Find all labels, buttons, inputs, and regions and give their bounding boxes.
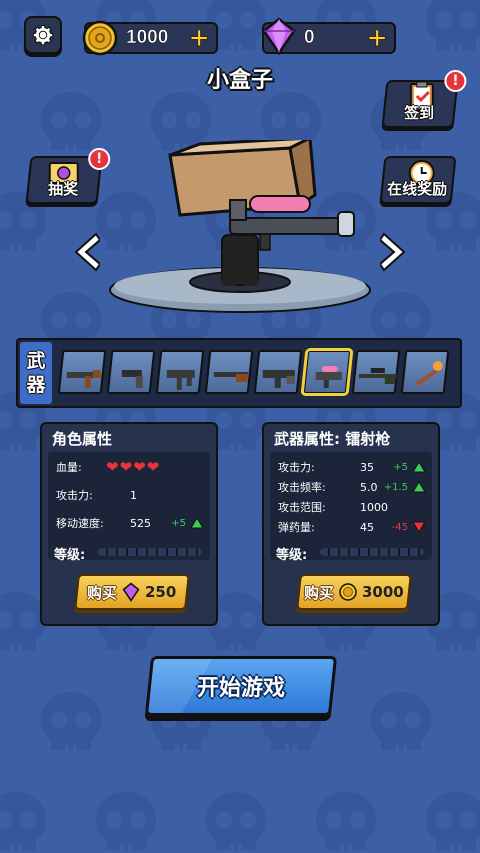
ammo-row: 弹药量: 45 -45 bbox=[278, 516, 428, 538]
skull-pattern-icon bbox=[200, 790, 272, 853]
buy-label: 购买 bbox=[87, 583, 118, 602]
skull-pattern-icon bbox=[365, 690, 437, 754]
settings-button[interactable] bbox=[24, 16, 62, 54]
coin-amount: 1000 bbox=[126, 27, 169, 49]
coin-icon bbox=[82, 20, 118, 56]
up-triangle-icon bbox=[412, 481, 426, 493]
notification-badge: ! bbox=[444, 70, 467, 92]
previous-character-arrow-icon[interactable] bbox=[70, 230, 100, 274]
ak-rifle-icon bbox=[66, 370, 101, 388]
range-label: 攻击范围: bbox=[278, 501, 326, 514]
price-value: 250 bbox=[145, 583, 177, 601]
weapon-selector: 武 器 bbox=[16, 338, 462, 408]
skull-pattern-icon bbox=[420, 790, 480, 853]
buy-character-button[interactable]: 购买 250 bbox=[74, 574, 190, 610]
skull-pattern-icon bbox=[35, 690, 107, 754]
attack-row: 攻击力: 1 bbox=[56, 484, 206, 506]
attack-value: 1 bbox=[130, 488, 137, 502]
weapon-slot[interactable] bbox=[155, 350, 205, 394]
attack-label: 攻击力: bbox=[56, 489, 93, 502]
level-label: 等级: bbox=[54, 548, 86, 563]
skull-pattern-icon bbox=[0, 790, 52, 853]
skull-pattern-icon bbox=[475, 690, 480, 754]
speed-label: 移动速度: bbox=[56, 517, 104, 530]
weapon-tab-label: 武 器 bbox=[20, 342, 52, 404]
skull-pattern-icon bbox=[420, 0, 480, 54]
gear-icon bbox=[32, 25, 54, 46]
up-triangle-icon bbox=[190, 517, 204, 529]
range-row: 攻击范围: 1000 bbox=[278, 496, 428, 518]
weapon-attack-label: 攻击力: bbox=[278, 461, 315, 474]
character-stats-panel: 角色属性 血量: ❤❤❤❤ 攻击力: 1 移动速度: 525 +5 等级: 购买… bbox=[40, 422, 218, 626]
start-game-button[interactable]: 开始游戏 bbox=[144, 656, 338, 716]
speed-value: 525 bbox=[130, 516, 151, 530]
fire-rate-row: 攻击频率: 5.0 +1.5 bbox=[278, 476, 428, 498]
add-gems-button[interactable]: + bbox=[366, 25, 389, 52]
skull-pattern-icon bbox=[475, 290, 480, 354]
laser-gun-icon bbox=[315, 366, 342, 388]
pistol-icon bbox=[121, 370, 143, 388]
price-value: 3000 bbox=[362, 583, 404, 601]
online-reward-label: 在线奖励 bbox=[387, 180, 448, 198]
fire-rate-label: 攻击频率: bbox=[278, 481, 326, 494]
range-value: 1000 bbox=[360, 500, 388, 514]
gem-amount: 0 bbox=[304, 27, 315, 49]
lottery-button[interactable]: 抽奖 ! bbox=[25, 148, 111, 204]
signin-button[interactable]: 签到 ! bbox=[381, 70, 467, 128]
assault-rifle-icon bbox=[262, 370, 295, 388]
gem-icon bbox=[122, 582, 140, 602]
buy-label: 购买 bbox=[304, 583, 335, 602]
ammo-label: 弹药量: bbox=[278, 521, 315, 534]
weapon-slot[interactable] bbox=[253, 350, 303, 394]
panel-title: 武器属性: 镭射枪 bbox=[274, 430, 391, 448]
skull-pattern-icon bbox=[90, 790, 162, 853]
weapon-attack-delta: +5 bbox=[393, 461, 408, 473]
weapon-slot[interactable] bbox=[300, 348, 354, 396]
weapon-slot[interactable] bbox=[106, 350, 156, 394]
skull-pattern-icon bbox=[475, 490, 480, 554]
speed-delta: +5 bbox=[171, 517, 186, 529]
weapon-slot[interactable] bbox=[400, 350, 450, 394]
weapon-slot[interactable] bbox=[351, 350, 401, 394]
online-reward-button[interactable]: 在线奖励 bbox=[379, 156, 457, 204]
weapon-attack-value: 35 bbox=[360, 460, 374, 474]
buy-weapon-button[interactable]: 购买 3000 bbox=[296, 574, 412, 610]
down-triangle-icon bbox=[412, 521, 426, 533]
ammo-value: 45 bbox=[360, 520, 374, 534]
ammo-delta: -45 bbox=[391, 521, 408, 533]
coin-icon bbox=[339, 583, 357, 601]
panel-title: 角色属性 bbox=[52, 430, 113, 448]
skull-pattern-icon bbox=[35, 90, 107, 154]
weapon-stats-panel: 武器属性: 镭射枪 攻击力: 35 +5 攻击频率: 5.0 +1.5 攻击范围… bbox=[262, 422, 440, 626]
skull-pattern-icon bbox=[310, 790, 382, 853]
staff-icon bbox=[415, 361, 443, 387]
level-progress-bar bbox=[98, 548, 202, 556]
weapon-tag-line2: 器 bbox=[26, 374, 46, 396]
character-preview bbox=[109, 140, 371, 313]
fire-rate-value: 5.0 bbox=[360, 480, 378, 494]
smg-icon bbox=[166, 370, 195, 390]
speed-row: 移动速度: 525 +5 bbox=[56, 512, 206, 534]
coin-counter: 1000 + bbox=[82, 20, 218, 56]
weapon-attack-row: 攻击力: 35 +5 bbox=[278, 456, 428, 478]
level-label: 等级: bbox=[276, 548, 308, 563]
hp-row: 血量: ❤❤❤❤ bbox=[56, 456, 206, 478]
signin-label: 签到 bbox=[404, 104, 435, 122]
up-triangle-icon bbox=[412, 461, 426, 473]
weapon-slot[interactable] bbox=[204, 350, 254, 394]
level-progress-bar bbox=[320, 548, 424, 556]
gem-icon bbox=[262, 17, 296, 56]
fire-rate-delta: +1.5 bbox=[383, 481, 408, 493]
shotgun-icon bbox=[213, 372, 248, 382]
gem-counter: 0 + bbox=[262, 17, 396, 56]
start-game-label: 开始游戏 bbox=[196, 676, 285, 701]
sniper-rifle-icon bbox=[358, 368, 397, 384]
add-coins-button[interactable]: + bbox=[188, 25, 211, 52]
weapon-tag-line1: 武 bbox=[26, 350, 46, 372]
weapon-slot[interactable] bbox=[57, 350, 107, 394]
next-character-arrow-icon[interactable] bbox=[380, 230, 410, 274]
lottery-label: 抽奖 bbox=[48, 180, 79, 198]
skull-pattern-icon bbox=[475, 90, 480, 154]
hp-hearts-icon: ❤❤❤❤ bbox=[106, 458, 161, 476]
